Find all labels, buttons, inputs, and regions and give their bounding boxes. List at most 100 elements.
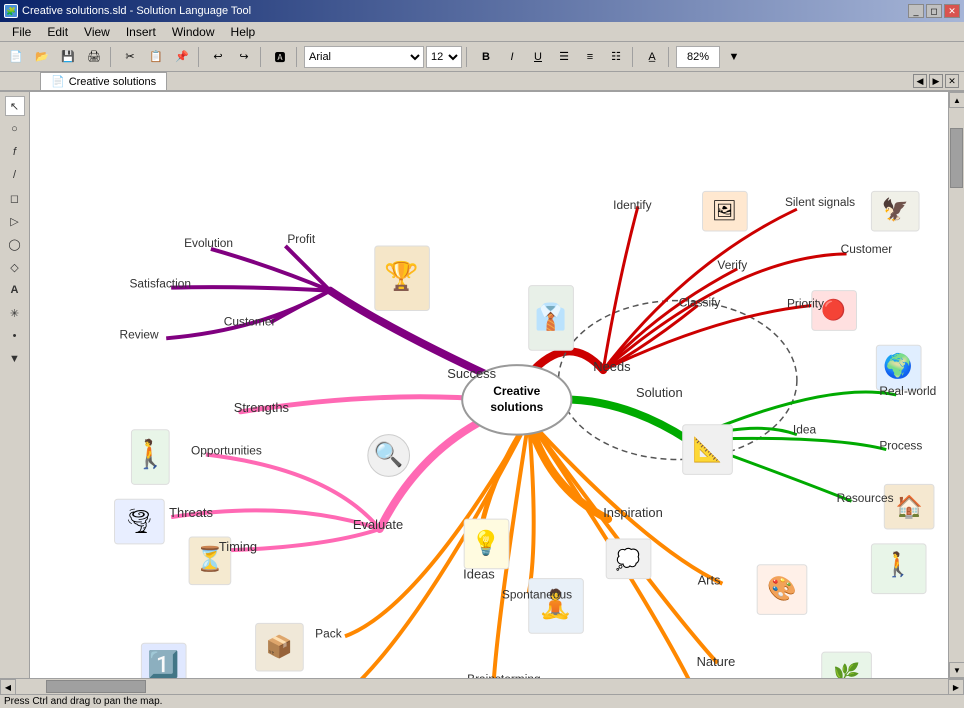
cut-button[interactable]: ✂	[118, 46, 142, 68]
svg-text:🌿: 🌿	[833, 662, 860, 678]
tab-creative-solutions[interactable]: 📄 Creative solutions	[40, 72, 167, 90]
svg-text:Inspiration: Inspiration	[603, 505, 663, 520]
svg-text:Timing: Timing	[219, 539, 257, 554]
svg-text:📐: 📐	[693, 436, 723, 464]
svg-text:Silent signals: Silent signals	[785, 195, 855, 209]
sidebar-tools: ↖ ○ f / ◻ ▷ ◯ ◇ A ✳ • ▼	[0, 92, 30, 678]
mindmap-svg: 🏆 👔 🌍 📐 🏠 🔴 🖼 💡 🔍 🌪 ⏳ 🚶	[30, 92, 948, 678]
tool-text[interactable]: A	[5, 280, 25, 300]
app-icon: 🧩	[4, 4, 18, 18]
redo-button[interactable]: ↪	[232, 46, 256, 68]
svg-text:Review: Review	[120, 327, 159, 341]
scroll-down-button[interactable]: ▼	[949, 662, 964, 678]
sep3	[260, 47, 264, 67]
zoom-input[interactable]	[676, 46, 720, 68]
undo-button[interactable]: ↩	[206, 46, 230, 68]
font-selector[interactable]: Arial	[304, 46, 424, 68]
sep5	[466, 47, 470, 67]
window-controls: _ ◻ ✕	[908, 4, 960, 18]
svg-text:Evaluate: Evaluate	[353, 517, 403, 532]
tab-prev[interactable]: ◀	[913, 74, 927, 88]
vertical-scrollbar[interactable]: ▲ ▼	[948, 92, 964, 678]
svg-text:Resources: Resources	[837, 491, 894, 505]
scroll-right-button[interactable]: ▶	[948, 679, 964, 695]
zoom-dropdown[interactable]: ▼	[722, 46, 746, 68]
align-right-button[interactable]: ☷	[604, 46, 628, 68]
svg-text:Pack: Pack	[315, 626, 342, 640]
tab-icon: 📄	[51, 75, 65, 88]
svg-text:Creative: Creative	[493, 384, 540, 398]
tool-diamond[interactable]: ◇	[5, 257, 25, 277]
new-button[interactable]: 📄	[4, 46, 28, 68]
open-button[interactable]: 📂	[30, 46, 54, 68]
tabbar: 📄 Creative solutions ◀ ▶ ✕	[0, 72, 964, 92]
hscroll-thumb[interactable]	[46, 680, 146, 693]
svg-text:Success: Success	[447, 366, 496, 381]
close-button[interactable]: ✕	[944, 4, 960, 18]
vscroll-thumb[interactable]	[950, 128, 963, 188]
menu-edit[interactable]: Edit	[39, 23, 76, 41]
svg-text:Real-world: Real-world	[879, 384, 936, 398]
tool-rectangle[interactable]: ◻	[5, 188, 25, 208]
svg-text:Identify: Identify	[613, 198, 651, 212]
tool-play[interactable]: ▷	[5, 211, 25, 231]
scroll-left-button[interactable]: ◀	[0, 679, 16, 695]
italic-button[interactable]: I	[500, 46, 524, 68]
minimize-button[interactable]: _	[908, 4, 924, 18]
svg-text:🏆: 🏆	[384, 260, 419, 293]
tab-navigation: ◀ ▶ ✕	[913, 74, 959, 88]
copy-button[interactable]: 📋	[144, 46, 168, 68]
sep7	[668, 47, 672, 67]
svg-text:solutions: solutions	[490, 400, 543, 414]
svg-text:🦅: 🦅	[882, 196, 909, 222]
menu-insert[interactable]: Insert	[118, 23, 164, 41]
svg-text:Customer: Customer	[224, 314, 276, 328]
paste-button[interactable]: 📌	[170, 46, 194, 68]
svg-text:Threats: Threats	[169, 505, 213, 520]
tab-close[interactable]: ✕	[945, 74, 959, 88]
svg-text:Nature: Nature	[697, 654, 736, 669]
svg-text:1️⃣: 1️⃣	[147, 649, 179, 678]
menu-help[interactable]: Help	[223, 23, 264, 41]
menu-file[interactable]: File	[4, 23, 39, 41]
font-color-button[interactable]: A̲	[640, 46, 664, 68]
svg-text:🏠: 🏠	[896, 494, 923, 519]
scroll-up-button[interactable]: ▲	[949, 92, 964, 108]
menu-view[interactable]: View	[76, 23, 118, 41]
print-button[interactable]: 🖨	[82, 46, 106, 68]
tool-more[interactable]: ▼	[5, 349, 25, 369]
svg-text:Profit: Profit	[287, 232, 315, 246]
font-size-selector[interactable]: 12	[426, 46, 462, 68]
svg-text:🎨: 🎨	[767, 574, 797, 603]
svg-text:Satisfaction: Satisfaction	[129, 277, 191, 291]
svg-text:Opportunities: Opportunities	[191, 444, 262, 458]
save-button[interactable]: 💾	[56, 46, 80, 68]
horizontal-scrollbar[interactable]: ◀ ▶	[0, 678, 964, 694]
menu-window[interactable]: Window	[164, 23, 223, 41]
toolbar: 📄 📂 💾 🖨 ✂ 📋 📌 ↩ ↪ 🅰 Arial 12 B I U ☰ ≡ ☷…	[0, 42, 964, 72]
tool-line[interactable]: /	[5, 165, 25, 185]
svg-text:🌍: 🌍	[883, 352, 913, 380]
tool-pointer[interactable]: ↖	[5, 96, 25, 116]
bold-button[interactable]: B	[474, 46, 498, 68]
underline-button[interactable]: U	[526, 46, 550, 68]
tool-circle[interactable]: ◯	[5, 234, 25, 254]
svg-text:Process: Process	[879, 439, 922, 453]
svg-text:Priority: Priority	[787, 297, 824, 311]
format-button[interactable]: 🅰	[268, 46, 292, 68]
restore-button[interactable]: ◻	[926, 4, 942, 18]
align-center-button[interactable]: ≡	[578, 46, 602, 68]
tab-next[interactable]: ▶	[929, 74, 943, 88]
align-left-button[interactable]: ☰	[552, 46, 576, 68]
canvas-area[interactable]: 🏆 👔 🌍 📐 🏠 🔴 🖼 💡 🔍 🌪 ⏳ 🚶	[30, 92, 948, 678]
tool-function[interactable]: f	[5, 142, 25, 162]
svg-text:🔴: 🔴	[821, 298, 846, 321]
sep1	[110, 47, 114, 67]
svg-text:Ideas: Ideas	[463, 567, 495, 582]
tool-bullet[interactable]: •	[5, 326, 25, 346]
tool-star[interactable]: ✳	[5, 303, 25, 323]
tool-oval[interactable]: ○	[5, 119, 25, 139]
svg-text:👔: 👔	[535, 301, 567, 331]
svg-text:Arts: Arts	[698, 573, 721, 588]
svg-text:Classify: Classify	[679, 296, 721, 310]
